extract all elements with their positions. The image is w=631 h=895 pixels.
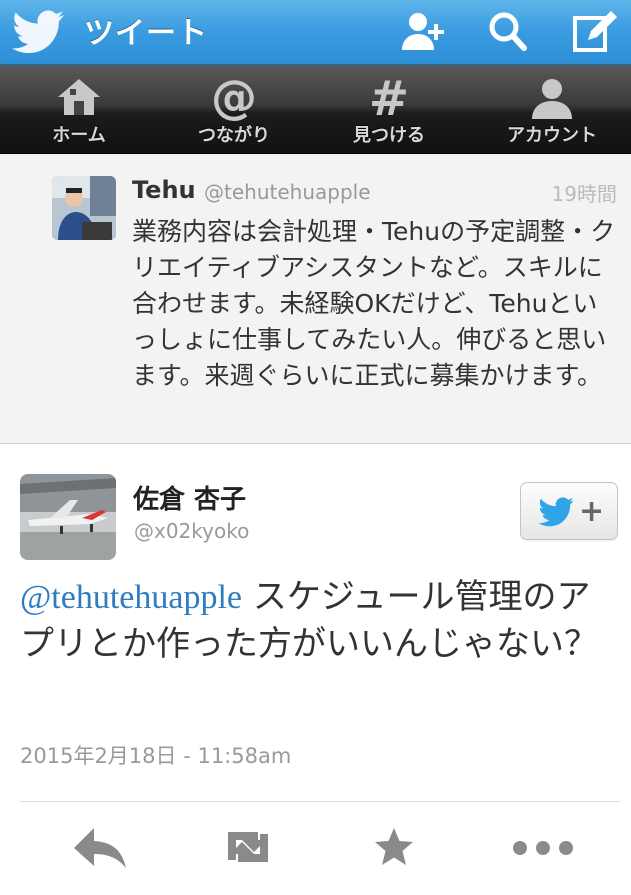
avatar[interactable] <box>20 474 116 560</box>
person-icon <box>532 79 572 119</box>
compose-icon[interactable] <box>570 8 620 56</box>
add-user-icon[interactable] <box>398 8 448 56</box>
mention-link[interactable]: @tehutehuapple <box>20 579 242 616</box>
plus-icon: + <box>579 494 605 529</box>
reply-icon[interactable] <box>72 822 128 872</box>
search-icon[interactable] <box>484 8 534 56</box>
tab-connect[interactable]: @ つながり <box>155 65 313 153</box>
tab-home[interactable]: ホーム <box>0 65 158 153</box>
twitter-bird-icon <box>538 497 574 527</box>
author-handle[interactable]: @tehutehuapple <box>204 180 371 204</box>
tab-bar: ホーム @ つながり # 見つける アカウント <box>0 65 631 154</box>
hash-icon: # <box>369 75 409 121</box>
divider <box>20 801 620 802</box>
tab-account[interactable]: アカウント <box>473 65 631 153</box>
favorite-icon[interactable] <box>372 822 416 872</box>
at-icon: @ <box>211 75 257 121</box>
tab-label: 見つける <box>353 125 425 146</box>
tab-label: アカウント <box>507 125 597 146</box>
tab-label: つながり <box>198 125 270 146</box>
tab-label: ホーム <box>52 125 106 146</box>
author-name[interactable]: 佐倉 杏子 <box>133 479 246 516</box>
page-title: ツイート <box>84 16 208 51</box>
twitter-bird-icon <box>12 10 65 54</box>
author-name[interactable]: Tehu <box>132 176 196 204</box>
tweet-text: 業務内容は会計処理・Tehuの予定調整・クリエイティブアシスタントなど。スキルに… <box>132 217 616 390</box>
top-bar: ツイート <box>0 0 631 65</box>
retweet-icon[interactable] <box>218 822 278 872</box>
svg-text:@: @ <box>211 75 257 121</box>
svg-text:#: # <box>369 75 409 121</box>
author-handle[interactable]: @x02kyoko <box>134 519 249 543</box>
tab-discover[interactable]: # 見つける <box>310 65 468 153</box>
more-icon[interactable] <box>510 822 576 872</box>
home-icon <box>58 79 100 115</box>
in-reply-to-tweet[interactable]: Tehu @tehutehuapple 19時間 業務内容は会計処理・Tehuの… <box>0 154 631 444</box>
follow-button[interactable]: + <box>520 482 618 540</box>
tweet-time: 19時間 <box>551 182 617 206</box>
tweet-text: @tehutehuapple スケジュール管理のアプリとか作った方がいいんじゃな… <box>20 574 620 667</box>
avatar[interactable] <box>52 176 116 240</box>
tweet-date: 2015年2月18日 - 11:58am <box>20 744 292 768</box>
